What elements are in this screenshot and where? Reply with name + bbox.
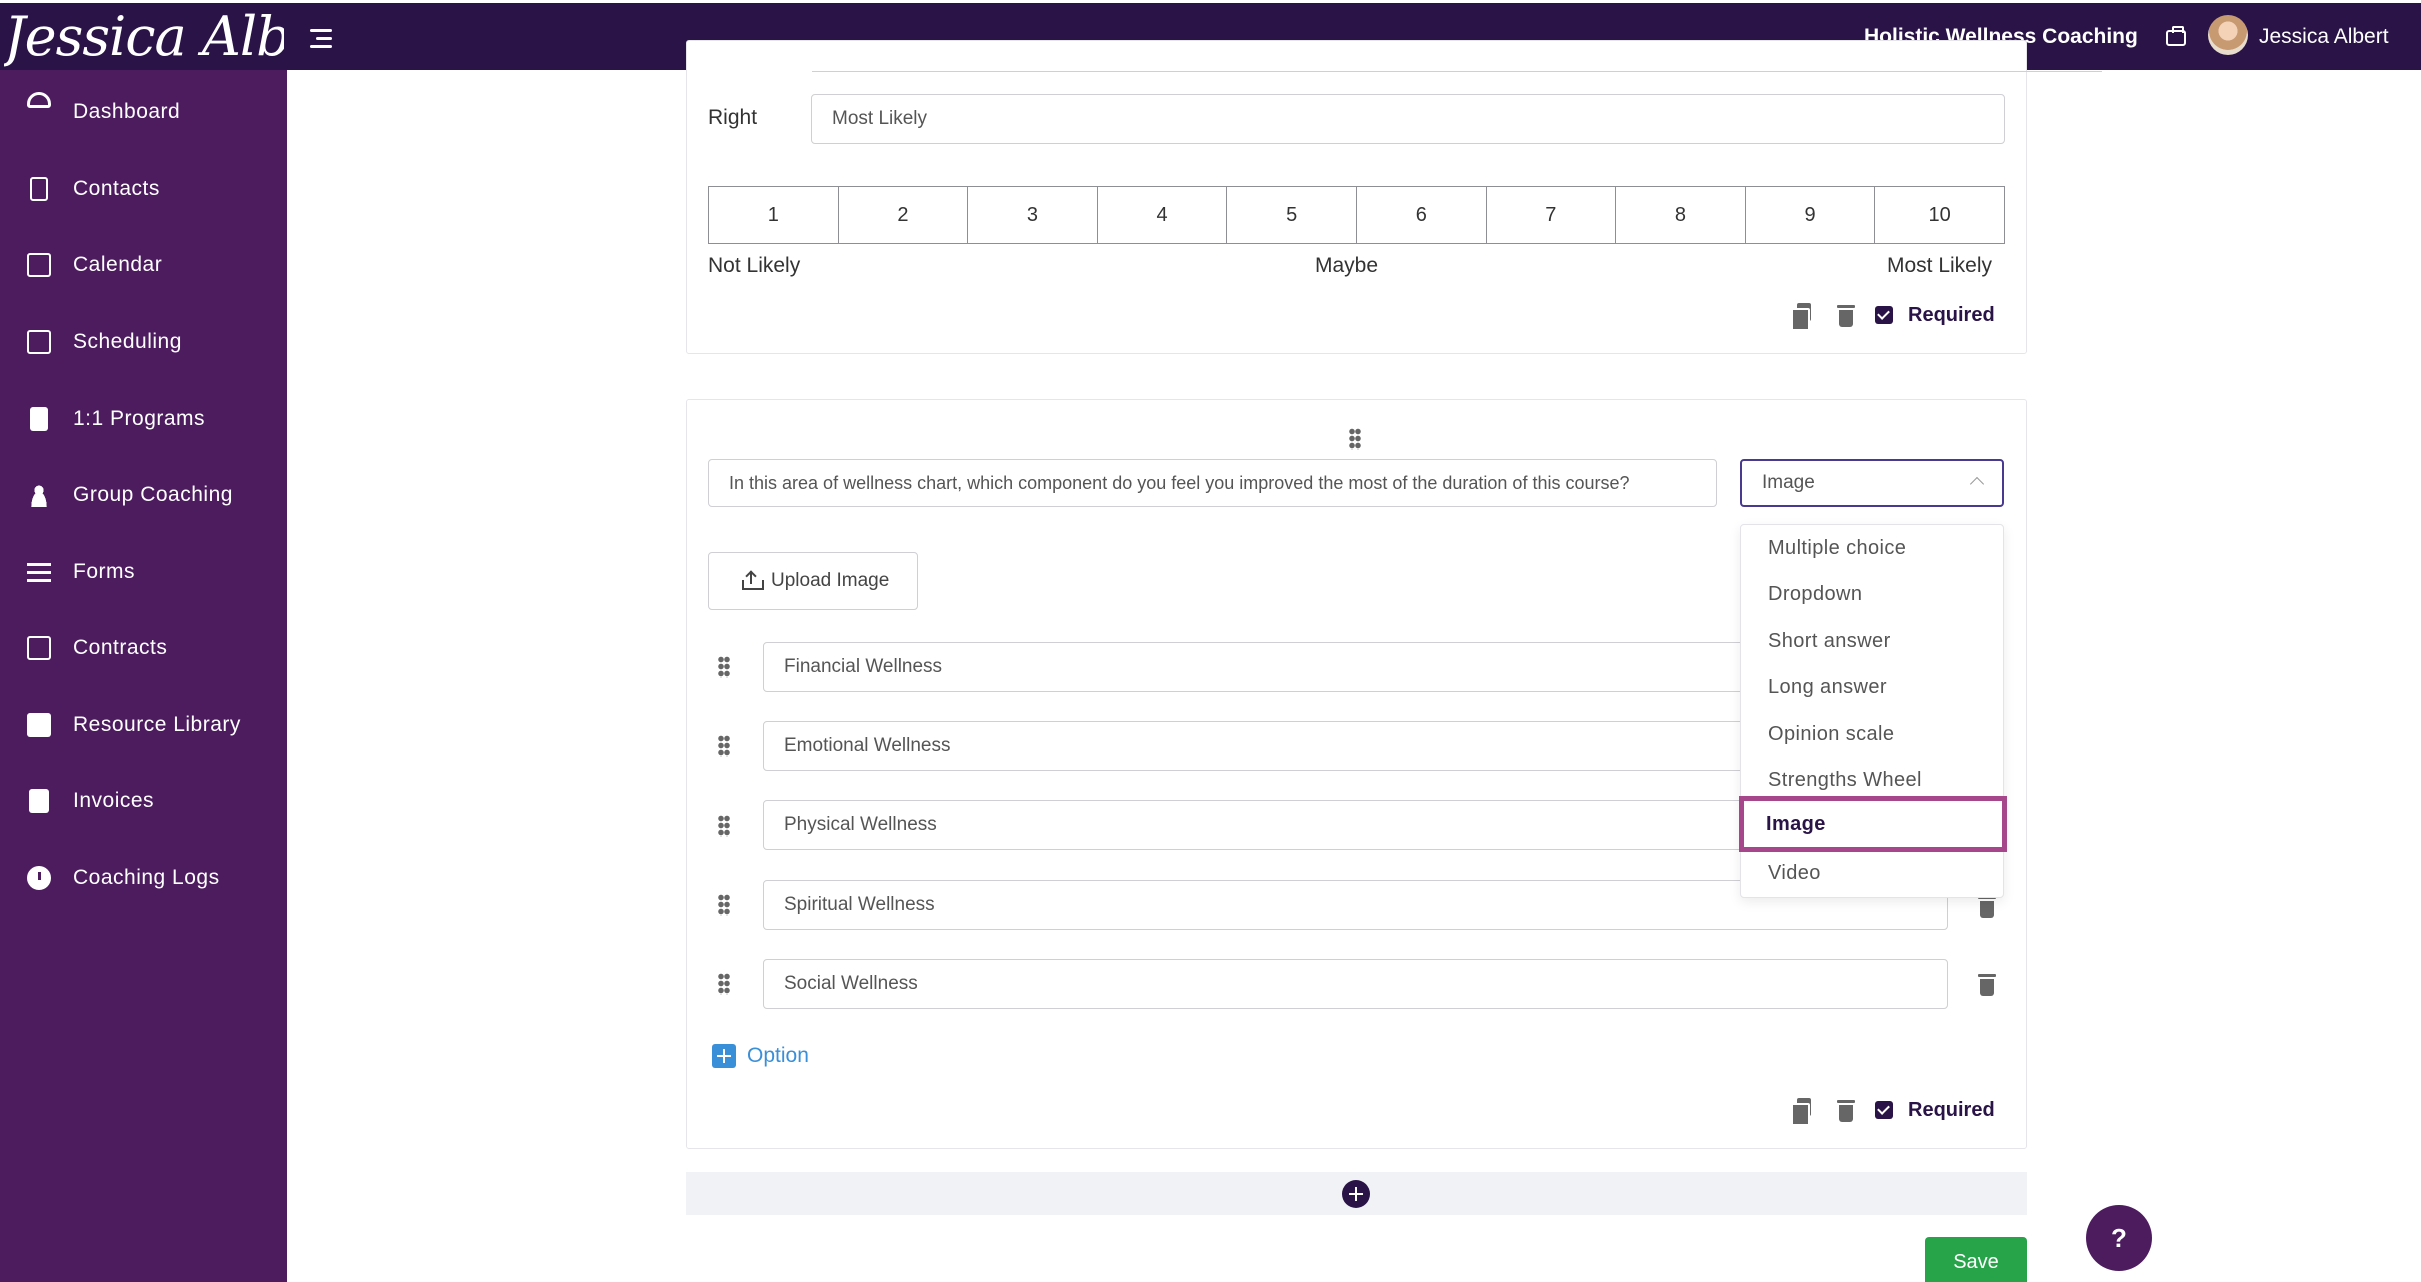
sidebar: Dashboard Contacts Calendar Scheduling 1… (0, 70, 287, 1282)
add-option-icon[interactable] (712, 1044, 736, 1068)
dropdown-item-video[interactable]: Video (1741, 850, 2005, 896)
drag-handle-icon[interactable] (718, 735, 730, 757)
sidebar-item-label: Scheduling (73, 330, 182, 353)
brand-logo[interactable]: Jessica Albert (4, 7, 284, 67)
sidebar-item-contracts[interactable]: Contracts (0, 620, 287, 676)
sidebar-item-forms[interactable]: Forms (0, 544, 287, 600)
right-label-field[interactable]: Most Likely (811, 94, 2005, 144)
help-button[interactable]: ? (2086, 1205, 2152, 1271)
calendar-icon (27, 253, 51, 277)
question-type-select[interactable]: Image (1740, 459, 2004, 507)
sidebar-item-resource-library[interactable]: Resource Library (0, 697, 287, 753)
scale-mid-label: Maybe (1315, 254, 1379, 277)
scale-option[interactable]: 3 (968, 187, 1098, 243)
user-name[interactable]: Jessica Albert (2259, 25, 2389, 49)
scale-option[interactable]: 8 (1616, 187, 1746, 243)
sidebar-item-label: Dashboard (73, 100, 181, 123)
add-question-icon[interactable] (1342, 1180, 1370, 1208)
save-button[interactable]: Save (1925, 1237, 2027, 1282)
library-icon (27, 713, 51, 737)
dropdown-item-short-answer[interactable]: Short answer (1741, 618, 2005, 664)
scale-option[interactable]: 4 (1098, 187, 1228, 243)
scheduling-icon (27, 330, 51, 354)
drag-handle-icon[interactable] (718, 973, 730, 995)
scale-option[interactable]: 1 (709, 187, 839, 243)
upload-image-label: Upload Image (771, 570, 890, 591)
duplicate-icon[interactable] (1791, 303, 1811, 331)
sidebar-item-group-coaching[interactable]: Group Coaching (0, 467, 287, 523)
scale-option[interactable]: 6 (1357, 187, 1487, 243)
sidebar-item-calendar[interactable]: Calendar (0, 237, 287, 293)
sidebar-item-label: Resource Library (73, 713, 241, 736)
sidebar-item-dashboard[interactable]: Dashboard (0, 84, 287, 140)
upload-image-button[interactable]: Upload Image (708, 552, 918, 610)
scale-option[interactable]: 5 (1227, 187, 1357, 243)
right-label: Right (708, 106, 758, 129)
group-icon (27, 483, 51, 507)
required-label: Required (1908, 1099, 1995, 1121)
trash-icon[interactable] (1978, 972, 1996, 996)
question-type-dropdown: Multiple choice Dropdown Short answer Lo… (1739, 524, 2007, 898)
scale-option[interactable]: 9 (1746, 187, 1876, 243)
dashboard-icon (27, 92, 51, 108)
sidebar-item-programs[interactable]: 1:1 Programs (0, 391, 287, 447)
menu-toggle-icon[interactable] (310, 27, 336, 51)
question-text-field[interactable]: In this area of wellness chart, which co… (708, 459, 1717, 507)
scale-low-label: Not Likely (708, 254, 801, 277)
contacts-icon (30, 177, 48, 201)
option-field[interactable]: Social Wellness (763, 959, 1948, 1009)
clock-icon (27, 866, 51, 890)
dropdown-item-opinion-scale[interactable]: Opinion scale (1741, 711, 2005, 757)
sidebar-item-label: Contacts (73, 177, 160, 200)
sidebar-item-label: 1:1 Programs (73, 407, 206, 430)
sidebar-item-label: Invoices (73, 789, 155, 812)
required-label: Required (1908, 304, 1995, 326)
add-option-link[interactable]: Option (747, 1044, 809, 1068)
list-icon (27, 562, 51, 582)
scale-high-label: Most Likely (1887, 254, 1993, 277)
question-type-value: Image (1762, 472, 1815, 493)
briefcase-icon[interactable] (2166, 26, 2186, 46)
scale-option[interactable]: 10 (1875, 187, 2004, 243)
add-question-bar (686, 1172, 2027, 1215)
sidebar-item-coaching-logs[interactable]: Coaching Logs (0, 850, 287, 906)
duplicate-icon[interactable] (1791, 1098, 1811, 1126)
drag-handle-icon[interactable] (718, 656, 730, 678)
book-icon (30, 407, 48, 431)
sidebar-item-label: Forms (73, 560, 135, 583)
opinion-scale: 1 2 3 4 5 6 7 8 9 10 (708, 186, 2005, 244)
invoice-icon (29, 789, 49, 813)
trash-icon[interactable] (1837, 1098, 1855, 1122)
required-checkbox[interactable] (1875, 1101, 1893, 1119)
scale-option[interactable]: 7 (1487, 187, 1617, 243)
drag-handle-icon[interactable] (718, 815, 730, 837)
drag-handle-icon[interactable] (718, 894, 730, 916)
left-label-field (812, 71, 2102, 72)
trash-icon[interactable] (1837, 303, 1855, 327)
dropdown-item-long-answer[interactable]: Long answer (1741, 664, 2005, 710)
dropdown-item-image[interactable]: Image (1739, 796, 2007, 852)
required-checkbox[interactable] (1875, 306, 1893, 324)
dropdown-item-dropdown[interactable]: Dropdown (1741, 571, 2005, 617)
sidebar-item-invoices[interactable]: Invoices (0, 773, 287, 829)
sidebar-item-contacts[interactable]: Contacts (0, 161, 287, 217)
sidebar-item-scheduling[interactable]: Scheduling (0, 314, 287, 370)
scale-option[interactable]: 2 (839, 187, 969, 243)
edit-icon (27, 636, 51, 660)
avatar[interactable] (2208, 15, 2248, 55)
sidebar-item-label: Group Coaching (73, 483, 233, 506)
drag-handle-icon[interactable] (1349, 428, 1361, 450)
dropdown-item-multiple-choice[interactable]: Multiple choice (1741, 525, 2005, 571)
chevron-up-icon (1969, 476, 1985, 492)
sidebar-item-label: Contracts (73, 636, 168, 659)
sidebar-item-label: Coaching Logs (73, 866, 220, 889)
sidebar-item-label: Calendar (73, 253, 163, 276)
